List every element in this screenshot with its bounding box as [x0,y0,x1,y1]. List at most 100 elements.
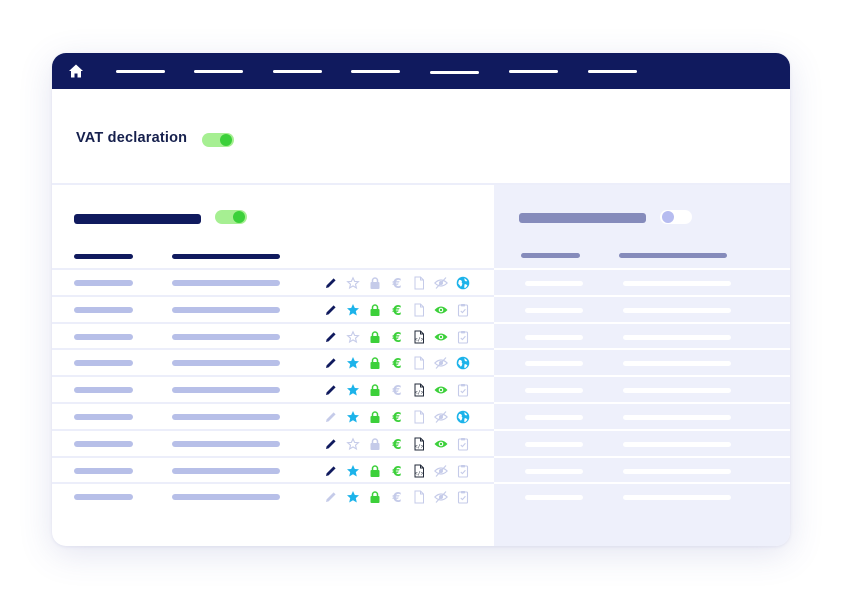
lock-icon[interactable] [368,490,382,504]
right-column-header-2 [619,253,727,258]
clipboard-check-icon[interactable] [456,437,470,451]
lock-icon-disabled[interactable] [368,276,382,290]
euro-icon[interactable]: € [390,303,404,317]
lock-icon-disabled[interactable] [368,437,382,451]
svg-text:€: € [391,491,401,504]
lock-icon[interactable] [368,356,382,370]
nav-item-5[interactable] [430,71,479,74]
row-cell-2 [172,387,280,394]
eye-icon[interactable] [434,330,448,344]
file-icon[interactable] [412,356,426,370]
euro-icon[interactable]: € [390,356,404,370]
right-row-cell-2 [623,281,731,286]
code-file-icon[interactable]: </> [412,464,426,478]
right-row-cell-2 [623,415,731,420]
globe-icon[interactable] [456,356,470,370]
right-row-separator [494,455,790,458]
lock-icon[interactable] [368,330,382,344]
eye-hidden-icon[interactable] [434,356,448,370]
nav-item-6[interactable] [509,70,558,73]
clipboard-check-icon[interactable] [456,464,470,478]
euro-icon[interactable]: € [390,410,404,424]
edit-icon[interactable] [324,303,338,317]
edit-icon[interactable] [324,383,338,397]
nav-item-7[interactable] [588,70,637,73]
star-filled-icon[interactable] [346,410,360,424]
edit-icon[interactable] [324,356,338,370]
svg-text:€: € [391,304,401,317]
svg-text:€: € [391,411,401,424]
euro-icon-disabled[interactable]: € [390,490,404,504]
file-icon[interactable] [412,303,426,317]
row-cell-2 [172,333,280,340]
file-icon[interactable] [412,490,426,504]
svg-text:</>: </> [415,390,424,396]
right-row-cell-1 [525,307,583,313]
right-row-cell-2 [623,307,731,313]
edit-icon-disabled[interactable] [324,410,338,424]
row-cell-1 [74,387,133,394]
nav-item-2[interactable] [194,70,243,73]
right-row-separator [494,482,790,485]
clipboard-check-icon[interactable] [456,490,470,504]
row-cell-2 [172,494,280,501]
lock-icon[interactable] [368,383,382,397]
row-cell-2 [172,280,280,286]
nav-item-1[interactable] [116,70,165,73]
left-panel-toggle[interactable] [215,210,247,224]
home-icon[interactable] [68,63,84,79]
star-outline-icon[interactable] [346,330,360,344]
row-cell-1 [74,333,133,340]
clipboard-check-icon[interactable] [456,303,470,317]
lock-icon[interactable] [368,303,382,317]
eye-icon[interactable] [434,303,448,317]
clipboard-check-icon[interactable] [456,330,470,344]
vat-declaration-toggle[interactable] [202,133,234,147]
code-file-icon[interactable]: </> [412,437,426,451]
star-filled-icon[interactable] [346,383,360,397]
globe-icon[interactable] [456,276,470,290]
edit-icon[interactable] [324,464,338,478]
lock-icon[interactable] [368,410,382,424]
star-filled-icon[interactable] [346,303,360,317]
right-row-cell-2 [623,495,731,501]
svg-text:</>: </> [415,471,424,477]
edit-icon[interactable] [324,437,338,451]
code-file-icon[interactable]: </> [412,383,426,397]
eye-icon[interactable] [434,383,448,397]
svg-text:€: € [391,277,401,290]
star-outline-icon[interactable] [346,437,360,451]
code-file-icon[interactable]: </> [412,330,426,344]
star-filled-icon[interactable] [346,490,360,504]
nav-item-3[interactable] [273,70,322,73]
euro-icon-disabled[interactable]: € [390,383,404,397]
edit-icon[interactable] [324,276,338,290]
lock-icon[interactable] [368,464,382,478]
eye-hidden-icon[interactable] [434,410,448,424]
svg-text:€: € [391,357,401,370]
star-outline-icon[interactable] [346,276,360,290]
right-row-cell-2 [623,361,731,367]
file-icon[interactable] [412,410,426,424]
euro-icon[interactable]: € [390,437,404,451]
euro-icon[interactable]: € [390,330,404,344]
star-filled-icon[interactable] [346,356,360,370]
top-navigation-bar [52,53,790,89]
eye-hidden-icon[interactable] [434,464,448,478]
euro-icon[interactable]: € [390,464,404,478]
svg-text:€: € [391,384,401,397]
edit-icon-disabled[interactable] [324,490,338,504]
nav-item-4[interactable] [351,70,400,73]
eye-hidden-icon[interactable] [434,276,448,290]
right-row-cell-1 [525,415,583,420]
globe-icon[interactable] [456,410,470,424]
right-panel-toggle[interactable] [660,210,692,224]
star-filled-icon[interactable] [346,464,360,478]
file-icon[interactable] [412,276,426,290]
eye-icon[interactable] [434,437,448,451]
svg-text:€: € [391,465,401,478]
eye-hidden-icon[interactable] [434,490,448,504]
clipboard-check-icon[interactable] [456,383,470,397]
edit-icon[interactable] [324,330,338,344]
euro-icon-disabled[interactable]: € [390,276,404,290]
